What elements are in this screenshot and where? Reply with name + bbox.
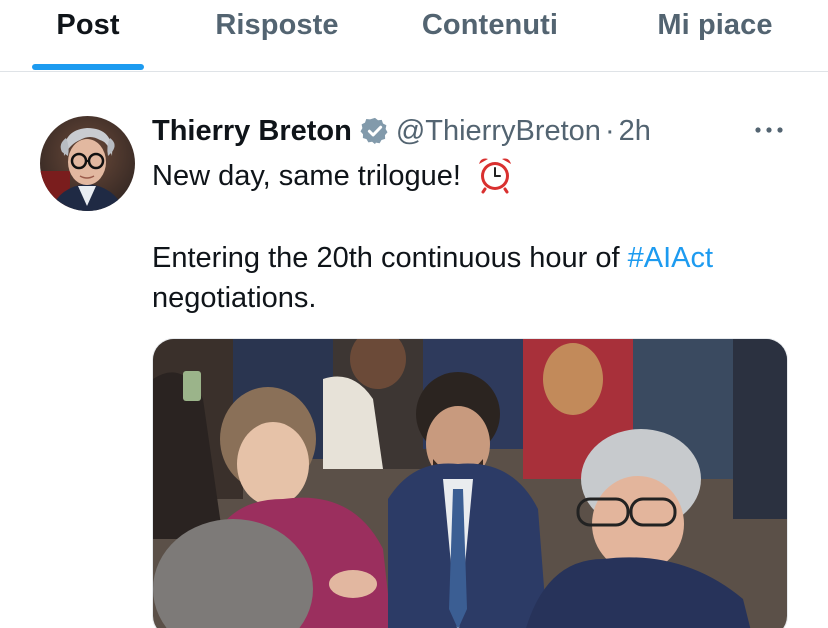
tweet-photo[interactable] (152, 338, 788, 628)
tweet-text-line-2: Entering the 20th continuous hour of #AI… (152, 238, 713, 278)
tab-replies[interactable]: Risposte (204, 0, 350, 71)
tweet-text-line-1: New day, same trilogue! (152, 154, 515, 196)
hashtag-link[interactable]: #AIAct (628, 242, 713, 274)
tab-likes[interactable]: Mi piace (646, 0, 784, 71)
tweet-text-line-3: negotiations. (152, 278, 316, 318)
active-tab-indicator (32, 64, 144, 70)
tab-replies-label: Risposte (215, 9, 339, 41)
more-horizontal-icon[interactable] (752, 118, 786, 142)
profile-tabs: Post Risposte Contenuti Mi piace (0, 0, 828, 72)
author-handle[interactable]: @ThierryBreton (396, 115, 601, 148)
photo-image (153, 339, 787, 628)
tweet-text-3: negotiations. (152, 282, 317, 314)
avatar[interactable] (40, 116, 135, 211)
tab-likes-label: Mi piace (657, 9, 773, 41)
tweet-text-1: New day, same trilogue! (152, 160, 461, 192)
avatar-image (40, 116, 135, 211)
author-name[interactable]: Thierry Breton (152, 115, 352, 148)
tweet-header: Thierry Breton @ThierryBreton · 2h (152, 112, 651, 150)
tweet-time[interactable]: 2h (619, 115, 651, 148)
tab-media-label: Contenuti (421, 9, 559, 41)
verified-badge-icon (360, 117, 388, 145)
alarm-clock-icon (479, 158, 511, 194)
tab-post[interactable]: Post (32, 0, 144, 71)
tab-post-label: Post (56, 9, 120, 41)
tab-media[interactable]: Contenuti (408, 0, 572, 71)
header-separator: · (604, 114, 615, 147)
tweet-text-2: Entering the 20th continuous hour of (152, 242, 628, 274)
